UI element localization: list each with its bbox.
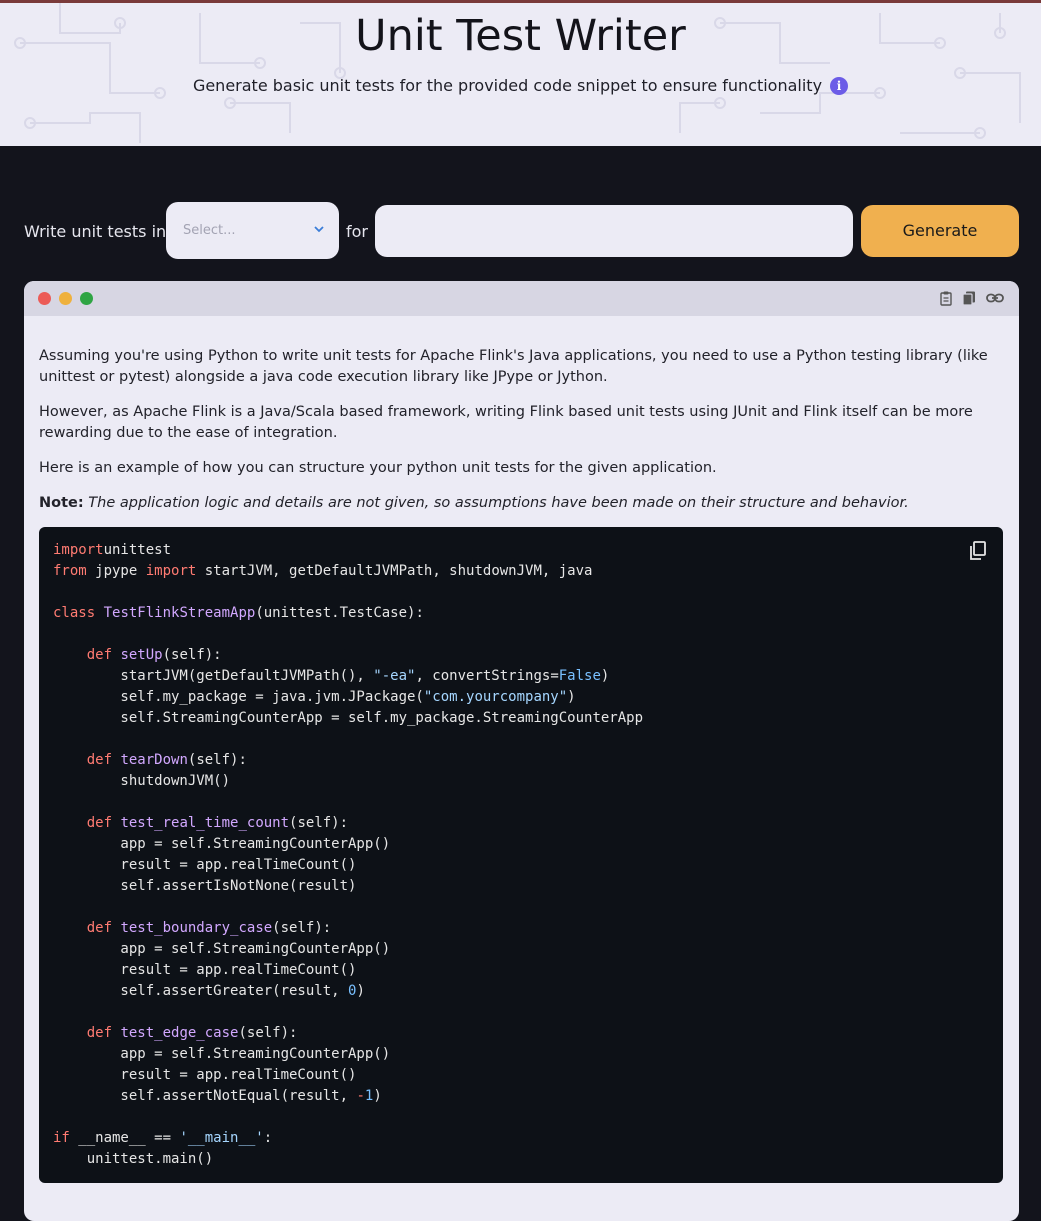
code-line: app = self.StreamingCounterApp() — [53, 836, 391, 852]
code-line: def test_boundary_case(self): — [86, 920, 332, 936]
clipboard-icon[interactable] — [938, 290, 954, 306]
code-line: self.assertIsNotNone(result) — [53, 878, 357, 894]
code-line: startJVM(getDefaultJVMPath(), "-ea", con… — [53, 668, 610, 684]
code-line: def tearDown(self): — [86, 752, 247, 768]
language-select[interactable]: Select... — [166, 202, 339, 259]
code-line: def test_edge_case(self): — [86, 1025, 298, 1041]
code-line: app = self.StreamingCounterApp() — [53, 1046, 391, 1062]
window-minimize-dot — [59, 292, 72, 305]
write-label: Write unit tests in — [24, 222, 167, 241]
result-panel: Assuming you're using Python to write un… — [24, 281, 1019, 1221]
code-line: self.assertNotEqual(result, -1) — [53, 1088, 382, 1104]
code-line: result = app.realTimeCount() — [53, 962, 357, 978]
result-paragraph-3: Here is an example of how you can struct… — [39, 460, 717, 476]
code-line: importunittest — [53, 542, 172, 558]
window-maximize-dot — [80, 292, 93, 305]
hero-banner: Unit Test Writer Generate basic unit tes… — [0, 3, 1041, 146]
code-line: self.StreamingCounterApp = self.my_packa… — [53, 710, 644, 726]
code-line: def test_real_time_count(self): — [86, 815, 349, 831]
code-line: self.assertGreater(result, 0) — [53, 983, 365, 999]
link-icon[interactable] — [986, 290, 1004, 306]
page-subtitle: Generate basic unit tests for the provid… — [0, 75, 1041, 95]
code-line: app = self.StreamingCounterApp() — [53, 941, 391, 957]
code-snippet-input[interactable] — [375, 205, 853, 257]
language-select-placeholder: Select... — [183, 223, 236, 238]
info-icon[interactable]: i — [830, 76, 849, 95]
page-title: Unit Test Writer — [355, 11, 686, 61]
code-line: def setUp(self): — [86, 647, 222, 663]
copy-code-icon[interactable] — [969, 541, 987, 561]
code-content: importunittest from jpype import startJV… — [53, 540, 643, 1170]
code-line: result = app.realTimeCount() — [53, 1067, 357, 1083]
code-line: self.my_package = java.jvm.JPackage("com… — [53, 689, 576, 705]
result-paragraph-2: However, as Apache Flink is a Java/Scala… — [39, 404, 973, 441]
code-block: importunittest from jpype import startJV… — [39, 527, 1003, 1183]
generate-button[interactable]: Generate — [861, 205, 1019, 257]
note-text: The application logic and details are no… — [88, 495, 909, 511]
result-paragraph-1: Assuming you're using Python to write un… — [39, 348, 988, 385]
window-close-dot — [38, 292, 51, 305]
copy-icon[interactable] — [961, 290, 977, 306]
code-line: if __name__ == '__main__': — [53, 1130, 273, 1146]
code-line: shutdownJVM() — [53, 773, 231, 789]
for-label: for — [346, 222, 368, 241]
code-line: class TestFlinkStreamApp(unittest.TestCa… — [53, 605, 424, 621]
result-note: Note: The application logic and details … — [39, 493, 1004, 514]
generator-form: Write unit tests in Select... for Genera… — [0, 202, 1041, 262]
code-line: result = app.realTimeCount() — [53, 857, 357, 873]
result-toolbar — [24, 281, 1019, 316]
code-line: from jpype import startJVM, getDefaultJV… — [53, 563, 593, 579]
subtitle-text: Generate basic unit tests for the provid… — [192, 76, 823, 95]
chevron-down-icon — [314, 226, 324, 233]
note-label: Note: — [39, 495, 84, 511]
code-line: unittest.main() — [53, 1151, 214, 1167]
